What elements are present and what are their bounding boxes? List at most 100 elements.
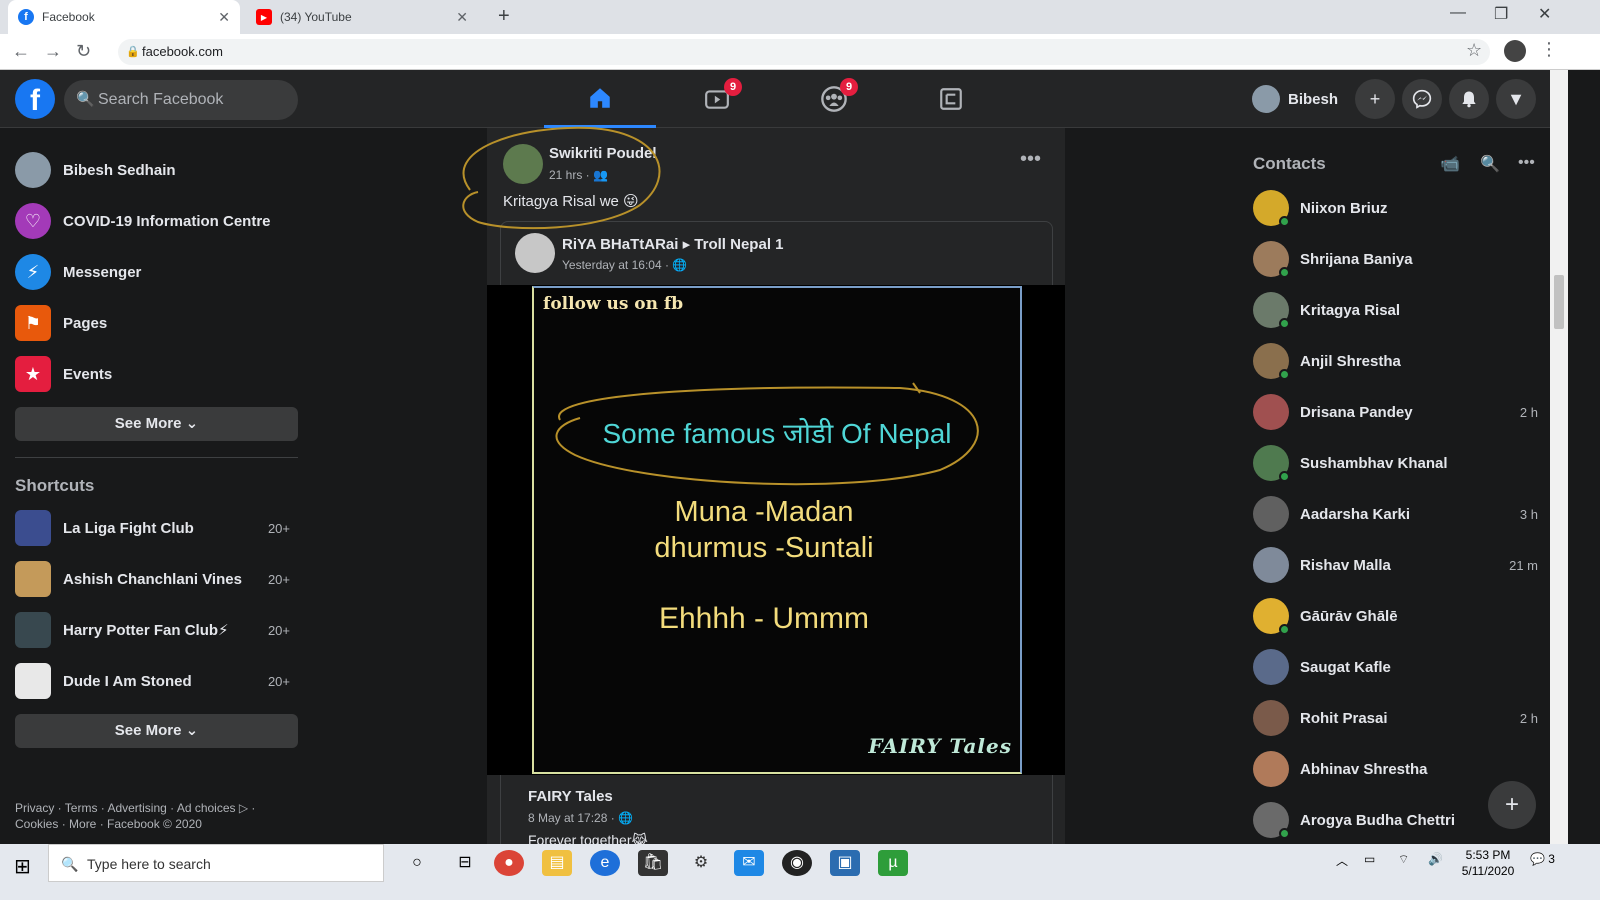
shared-post-timestamp[interactable]: Yesterday at 16:04 · 🌐	[562, 258, 687, 272]
divider	[15, 457, 298, 458]
notifications-button[interactable]	[1449, 79, 1489, 119]
contact-item[interactable]: Sushambhav Khanal	[1253, 441, 1543, 485]
post-timestamp[interactable]: 21 hrs · 👥	[549, 168, 608, 182]
reload-icon[interactable]: ↻	[76, 41, 91, 62]
scrollbar-thumb[interactable]	[1554, 275, 1564, 329]
url-field[interactable]: 🔒 facebook.com	[118, 39, 1490, 65]
bookmark-star-icon[interactable]: ☆	[1466, 40, 1482, 61]
facebook-logo-icon[interactable]: f	[15, 79, 55, 119]
sidebar-item-events[interactable]: ★ Events	[15, 352, 305, 396]
inner-post-timestamp[interactable]: 8 May at 17:28 · 🌐	[528, 811, 633, 825]
action-center-icon[interactable]: 💬 3	[1530, 852, 1555, 866]
contact-name: Rishav Malla	[1300, 556, 1391, 574]
contact-item[interactable]: Kritagya Risal	[1253, 288, 1543, 332]
nav-gaming[interactable]	[895, 70, 1007, 128]
settings-gear-icon[interactable]: ⚙	[686, 850, 716, 876]
post-time: 21 hrs ·	[549, 168, 590, 182]
task-view-icon[interactable]: ○	[402, 850, 432, 876]
edge-icon[interactable]: e	[590, 850, 620, 876]
avatar[interactable]	[515, 233, 555, 273]
new-message-button[interactable]: +	[1488, 781, 1536, 829]
browser-profile-avatar[interactable]	[1504, 40, 1526, 62]
search-input[interactable]: 🔍 Search Facebook	[64, 80, 298, 120]
contact-item[interactable]: Shrijana Baniya	[1253, 237, 1543, 281]
avatar	[1252, 85, 1280, 113]
contact-item[interactable]: Anjil Shrestha	[1253, 339, 1543, 383]
contacts-options-icon[interactable]: •••	[1518, 154, 1535, 172]
tab-youtube[interactable]: ▶ (34) YouTube ✕	[246, 0, 478, 34]
search-icon[interactable]: 🔍	[1480, 154, 1500, 174]
minimize-icon[interactable]: —	[1450, 4, 1466, 22]
nav-watch[interactable]: 9	[661, 70, 773, 128]
timeline-icon[interactable]: ⊟	[450, 850, 480, 876]
profile-button[interactable]: Bibesh	[1252, 81, 1338, 117]
forward-icon[interactable]: →	[44, 41, 62, 62]
shared-author[interactable]: RiYA BHaTtARai	[562, 236, 678, 253]
shortcut-item[interactable]: La Liga Fight Club 20+	[15, 506, 305, 550]
video-call-icon[interactable]: 📹	[1440, 154, 1460, 174]
nav-home[interactable]	[544, 70, 656, 128]
page-scrollbar[interactable]	[1550, 70, 1568, 844]
battery-icon[interactable]: ▭	[1364, 852, 1375, 866]
contact-item[interactable]: Rohit Prasai 2 h	[1253, 696, 1543, 740]
windows-start-icon[interactable]: ⊞	[14, 854, 31, 879]
see-more-shortcuts-button[interactable]: See More ⌄	[15, 714, 298, 748]
sidebar-item-profile[interactable]: Bibesh Sedhain	[15, 148, 305, 192]
contact-item[interactable]: Aadarsha Karki 3 h	[1253, 492, 1543, 536]
account-menu-button[interactable]: ▼	[1496, 79, 1536, 119]
close-window-icon[interactable]: ✕	[1538, 4, 1551, 24]
media-player-icon[interactable]: ◉	[782, 850, 812, 876]
tray-chevron-up-icon[interactable]: ︿	[1336, 852, 1348, 869]
system-clock[interactable]: 5:53 PM 5/11/2020	[1453, 847, 1523, 879]
shortcut-item[interactable]: Ashish Chanchlani Vines 20+	[15, 557, 305, 601]
tab-facebook[interactable]: f Facebook ✕	[8, 0, 240, 34]
contact-name: Abhinav Shrestha	[1300, 760, 1428, 778]
file-explorer-icon[interactable]: ▤	[542, 850, 572, 876]
sidebar-item-pages[interactable]: ⚑ Pages	[15, 301, 305, 345]
caret-right-icon: ▸	[682, 236, 695, 253]
back-icon[interactable]: ←	[12, 41, 30, 62]
chrome-icon[interactable]: ●	[494, 850, 524, 876]
post-options-icon[interactable]: •••	[1020, 148, 1041, 171]
contact-item[interactable]: Rishav Malla 21 m	[1253, 543, 1543, 587]
footer-line[interactable]: Cookies · More · Facebook © 2020	[15, 816, 285, 832]
shortcut-item[interactable]: Dude I Am Stoned 20+	[15, 659, 305, 703]
messenger-button[interactable]	[1402, 79, 1442, 119]
contact-item[interactable]: Saugat Kafle	[1253, 645, 1543, 689]
volume-icon[interactable]: 🔊	[1428, 852, 1443, 866]
photos-icon[interactable]: ▣	[830, 850, 860, 876]
inner-post-author[interactable]: FAIRY Tales	[528, 788, 613, 805]
profile-name: Bibesh	[1288, 90, 1339, 108]
contact-item[interactable]: Drisana Pandey 2 h	[1253, 390, 1543, 434]
contact-item[interactable]: Gāūrāv Ghālē	[1253, 594, 1543, 638]
tab-title: (34) YouTube	[280, 10, 352, 24]
footer-line[interactable]: Privacy · Terms · Advertising · Ad choic…	[15, 800, 285, 816]
facebook-header: f 🔍 Search Facebook 9 9 Bibesh + ▼	[0, 70, 1568, 128]
close-tab-icon[interactable]: ✕	[218, 9, 230, 26]
contact-name: Drisana Pandey	[1300, 403, 1413, 421]
utorrent-icon[interactable]: µ	[878, 850, 908, 876]
shortcut-item[interactable]: Harry Potter Fan Club⚡ 20+	[15, 608, 305, 652]
wifi-icon[interactable]: ⌔	[1398, 852, 1409, 867]
close-tab-icon[interactable]: ✕	[456, 9, 468, 26]
plus-icon: +	[1369, 89, 1381, 109]
post-author[interactable]: Swikriti Poudel	[549, 145, 657, 162]
store-icon[interactable]: 🛍	[638, 850, 668, 876]
avatar[interactable]	[503, 144, 543, 184]
create-button[interactable]: +	[1355, 79, 1395, 119]
taskbar-search-input[interactable]: 🔍 Type here to search	[48, 844, 384, 882]
mail-icon[interactable]: ✉	[734, 850, 764, 876]
avatar	[1253, 547, 1289, 583]
see-more-button[interactable]: See More ⌄	[15, 407, 298, 441]
sidebar-item-covid[interactable]: ♡ COVID-19 Information Centre	[15, 199, 305, 243]
post-image[interactable]: follow us on fb Some famous जोडी Of Nepa…	[487, 285, 1065, 775]
browser-menu-icon[interactable]: ⋮	[1540, 39, 1558, 60]
nav-groups[interactable]: 9	[778, 70, 890, 128]
new-tab-button[interactable]: +	[498, 5, 510, 28]
sidebar-item-messenger[interactable]: ⚡ Messenger	[15, 250, 305, 294]
shared-target-group[interactable]: Troll Nepal 1	[694, 236, 783, 253]
contact-name: Sushambhav Khanal	[1300, 454, 1448, 472]
contact-item[interactable]: Niixon Briuz	[1253, 186, 1543, 230]
restore-icon[interactable]: ❐	[1494, 4, 1508, 24]
avatar	[1253, 649, 1289, 685]
